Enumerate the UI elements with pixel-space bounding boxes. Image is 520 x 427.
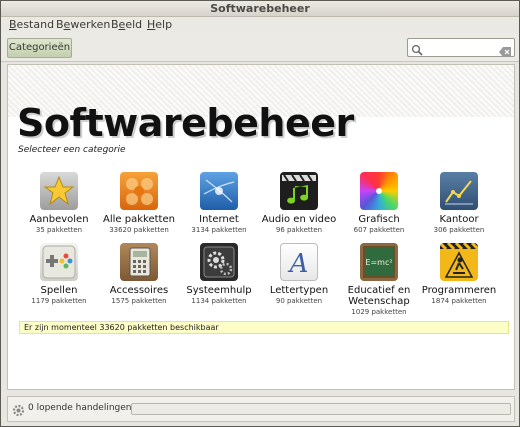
category-view: Softwarebeheer Selecteer een categorie A…	[7, 64, 515, 390]
menu-bewerken[interactable]: Bewerken	[56, 18, 110, 31]
office-icon	[440, 172, 478, 210]
window-title: Softwarebeheer	[210, 2, 310, 15]
category-grafisch[interactable]: Grafisch 607 pakketten	[339, 172, 419, 234]
category-internet[interactable]: Internet 3134 pakketten	[179, 172, 259, 234]
transactions-bar: 0 lopende handelingen	[7, 396, 515, 422]
category-aanbevolen[interactable]: Aanbevolen 35 pakketten	[19, 172, 99, 234]
internet-icon	[200, 172, 238, 210]
page-subtitle: Selecteer een categorie	[18, 145, 126, 155]
graphics-icon	[360, 172, 398, 210]
programming-icon	[440, 243, 478, 281]
star-icon	[40, 172, 78, 210]
menu-bar: Bestand Bewerken Beeld Help	[1, 17, 519, 33]
games-icon	[40, 243, 78, 281]
education-icon: E=mc²	[360, 243, 398, 281]
transactions-label: 0 lopende handelingen	[28, 403, 132, 413]
search-icon	[411, 41, 423, 60]
app-window: Softwarebeheer Bestand Bewerken Beeld He…	[0, 0, 520, 427]
status-bar: Er zijn momenteel 33620 pakketten beschi…	[19, 321, 509, 334]
progress-bar	[131, 403, 511, 415]
toolbar: Categorieën	[1, 33, 519, 62]
fonts-icon: A	[280, 243, 318, 281]
menu-bestand[interactable]: Bestand	[9, 18, 54, 31]
category-programmeren[interactable]: Programmeren 1874 pakketten	[419, 243, 499, 305]
gear-icon[interactable]	[12, 402, 25, 421]
category-alle-pakketten[interactable]: Alle pakketten 33620 pakketten	[99, 172, 179, 234]
category-spellen[interactable]: Spellen 1179 pakketten	[19, 243, 99, 305]
menu-help[interactable]: Help	[147, 18, 172, 31]
system-icon	[200, 243, 238, 281]
category-audio-en-video[interactable]: Audio en video 96 pakketten	[259, 172, 339, 234]
title-bar[interactable]: Softwarebeheer	[1, 1, 519, 17]
category-kantoor[interactable]: Kantoor 306 pakketten	[419, 172, 499, 234]
page-title: Softwarebeheer	[17, 101, 354, 145]
category-lettertypen[interactable]: A Lettertypen 90 pakketten	[259, 243, 339, 305]
category-accessoires[interactable]: Accessoires 1575 pakketten	[99, 243, 179, 305]
categories-button[interactable]: Categorieën	[7, 38, 72, 58]
menu-beeld[interactable]: Beeld	[111, 18, 142, 31]
search-input[interactable]	[407, 38, 515, 57]
svg-text:E=mc²: E=mc²	[365, 258, 392, 267]
accessories-icon	[120, 243, 158, 281]
category-educatief-en-wetenschap[interactable]: E=mc² Educatief en Wetenschap 1029 pakket…	[339, 243, 419, 316]
category-systeemhulp[interactable]: Systeemhulp 1134 pakketten	[179, 243, 259, 305]
audio-video-icon	[280, 172, 318, 210]
clear-search-icon[interactable]	[499, 42, 511, 61]
svg-text:A: A	[288, 249, 309, 279]
packages-icon	[120, 172, 158, 210]
